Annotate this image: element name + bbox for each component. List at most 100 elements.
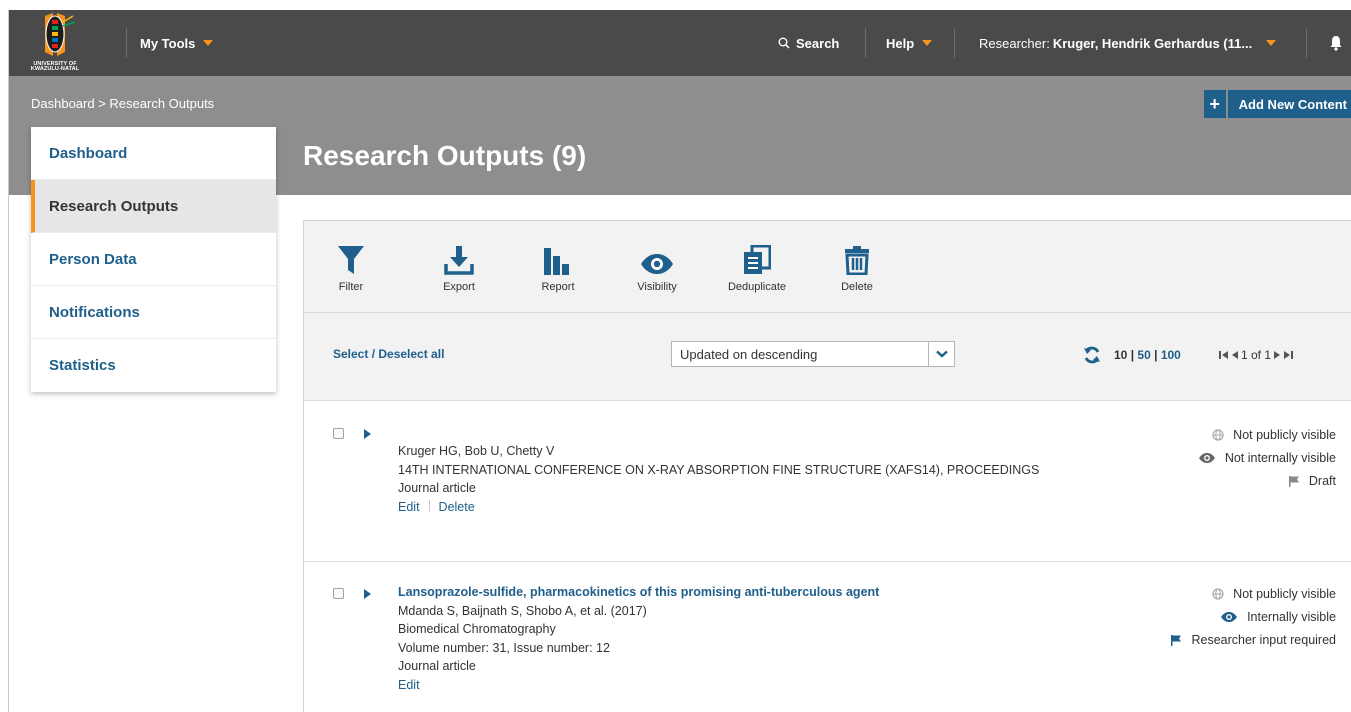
research-outputs-panel: Filter Export Report Visibility Deduplic… — [303, 220, 1351, 712]
topbar-divider — [126, 28, 127, 58]
record-authors: Kruger HG, Bob U, Chetty V — [398, 444, 555, 458]
sidebar-item-research-outputs[interactable]: Research Outputs — [31, 180, 276, 233]
record-details: Lansoprazole-sulfide, pharmacokinetics o… — [398, 583, 1078, 694]
filter-label: Filter — [338, 281, 364, 293]
plus-icon: + — [1203, 90, 1228, 118]
caret-down-icon — [922, 40, 933, 46]
record-source: 14TH INTERNATIONAL CONFERENCE ON X-RAY A… — [398, 462, 1040, 477]
page-title: Research Outputs (9) — [303, 140, 587, 171]
record-authors: Mdanda S, Baijnath S, Shobo A, et al. (2… — [398, 603, 647, 618]
eye-icon — [641, 254, 673, 274]
action-toolbar: Filter Export Report Visibility Deduplic… — [304, 221, 1351, 313]
bar-chart-icon — [544, 248, 569, 275]
status-workflow: Draft — [1198, 469, 1336, 492]
next-page-icon[interactable] — [1273, 350, 1281, 360]
delete-button[interactable]: Delete — [835, 241, 879, 293]
sidebar-item-notifications[interactable]: Notifications — [31, 286, 276, 339]
record-status: Not publicly visible Not internally visi… — [1198, 423, 1336, 492]
pagination: 1 of 1 — [1219, 348, 1294, 362]
add-new-content-button[interactable]: + Add New Content — [1203, 90, 1351, 118]
add-new-content-label: Add New Content — [1227, 90, 1351, 118]
report-button[interactable]: Report — [536, 241, 580, 293]
sidebar-item-dashboard[interactable]: Dashboard — [31, 127, 276, 180]
search-icon — [778, 37, 790, 49]
record-journal: Biomedical Chromatography — [398, 622, 556, 636]
bell-icon — [1330, 36, 1342, 51]
report-label: Report — [541, 281, 575, 293]
visibility-button[interactable]: Visibility — [632, 241, 682, 293]
globe-icon — [1212, 428, 1224, 441]
export-button[interactable]: Export — [434, 241, 484, 293]
delete-link[interactable]: Delete — [439, 500, 475, 514]
record-title-link[interactable]: Lansoprazole-sulfide, pharmacokinetics o… — [398, 583, 1078, 602]
research-output-row: Lansoprazole-sulfide, pharmacokinetics o… — [304, 562, 1351, 712]
help-label: Help — [886, 35, 915, 51]
researcher-menu[interactable]: Researcher: Kruger, Hendrik Gerhardus (1… — [979, 10, 1277, 76]
search-button[interactable]: Search — [778, 10, 839, 76]
refresh-icon[interactable] — [1083, 346, 1101, 364]
status-internal: Not internally visible — [1198, 446, 1336, 469]
edit-link[interactable]: Edit — [398, 678, 420, 692]
last-page-icon[interactable] — [1283, 350, 1294, 360]
status-workflow: Researcher input required — [1170, 628, 1336, 651]
page-size-10[interactable]: 10 — [1114, 348, 1127, 362]
breadcrumb[interactable]: Dashboard > Research Outputs — [31, 96, 214, 111]
chevron-down-icon — [935, 350, 948, 358]
page-size-100[interactable]: 100 — [1161, 348, 1181, 362]
edit-link[interactable]: Edit — [398, 500, 420, 514]
researcher-name: Kruger, Hendrik Gerhardus (11... — [1052, 35, 1253, 51]
delete-label: Delete — [841, 281, 873, 293]
record-actions: Edit — [398, 676, 1078, 695]
filter-button[interactable]: Filter — [329, 241, 373, 293]
sidebar-item-person-data[interactable]: Person Data — [31, 233, 276, 286]
search-label: Search — [796, 35, 840, 51]
flag-icon — [1171, 634, 1182, 646]
help-menu[interactable]: Help — [886, 10, 933, 76]
eye-icon — [1198, 452, 1215, 463]
row-checkbox[interactable] — [333, 588, 344, 599]
trash-icon — [845, 246, 869, 275]
row-checkbox[interactable] — [333, 428, 344, 439]
download-icon — [444, 246, 474, 275]
top-navigation-bar: UNIVERSITY OF KWAZULU-NATAL My Tools Sea… — [9, 10, 1351, 76]
status-internal: Internally visible — [1170, 605, 1336, 628]
topbar-divider — [865, 28, 866, 58]
sort-order-value: Updated on descending — [680, 347, 818, 362]
my-tools-menu[interactable]: My Tools — [140, 10, 214, 76]
record-type: Journal article — [398, 481, 476, 495]
caret-down-icon — [1266, 40, 1277, 46]
left-edge-line — [8, 10, 9, 712]
expand-triangle-icon[interactable] — [364, 589, 371, 599]
status-public: Not publicly visible — [1198, 423, 1336, 446]
sidebar-item-statistics[interactable]: Statistics — [31, 339, 276, 392]
page-indicator: 1 of 1 — [1241, 348, 1272, 362]
duplicate-icon — [744, 245, 771, 274]
status-public: Not publicly visible — [1170, 582, 1336, 605]
my-tools-label: My Tools — [140, 35, 196, 51]
list-controls-bar: Select / Deselect all Updated on descend… — [304, 313, 1351, 401]
record-actions: Edit Delete — [398, 498, 1078, 517]
deduplicate-button[interactable]: Deduplicate — [722, 241, 792, 293]
university-logo[interactable]: UNIVERSITY OF KWAZULU-NATAL — [23, 12, 87, 74]
page-size-50[interactable]: 50 — [1137, 348, 1150, 362]
researcher-prefix: Researcher: — [979, 35, 1050, 51]
topbar-divider — [1306, 28, 1307, 58]
research-output-row: Kruger HG, Bob U, Chetty V 14TH INTERNAT… — [304, 401, 1351, 562]
first-page-icon[interactable] — [1219, 350, 1229, 360]
flag-icon — [1288, 475, 1299, 487]
previous-page-icon[interactable] — [1231, 350, 1239, 360]
expand-triangle-icon[interactable] — [364, 429, 371, 439]
record-volume: Volume number: 31, Issue number: 12 — [398, 640, 610, 655]
record-type: Journal article — [398, 659, 476, 673]
select-deselect-all-link[interactable]: Select / Deselect all — [333, 347, 444, 361]
notifications-bell-button[interactable] — [1329, 10, 1343, 76]
topbar-divider — [954, 28, 955, 58]
export-label: Export — [443, 281, 475, 293]
globe-icon — [1212, 587, 1224, 600]
sort-dropdown-button[interactable] — [928, 342, 954, 366]
filter-icon — [338, 246, 364, 274]
logo-text: UNIVERSITY OF KWAZULU-NATAL — [30, 61, 80, 72]
deduplicate-label: Deduplicate — [727, 281, 787, 293]
record-status: Not publicly visible Internally visible … — [1170, 582, 1336, 651]
sort-order-select[interactable]: Updated on descending — [671, 341, 955, 367]
